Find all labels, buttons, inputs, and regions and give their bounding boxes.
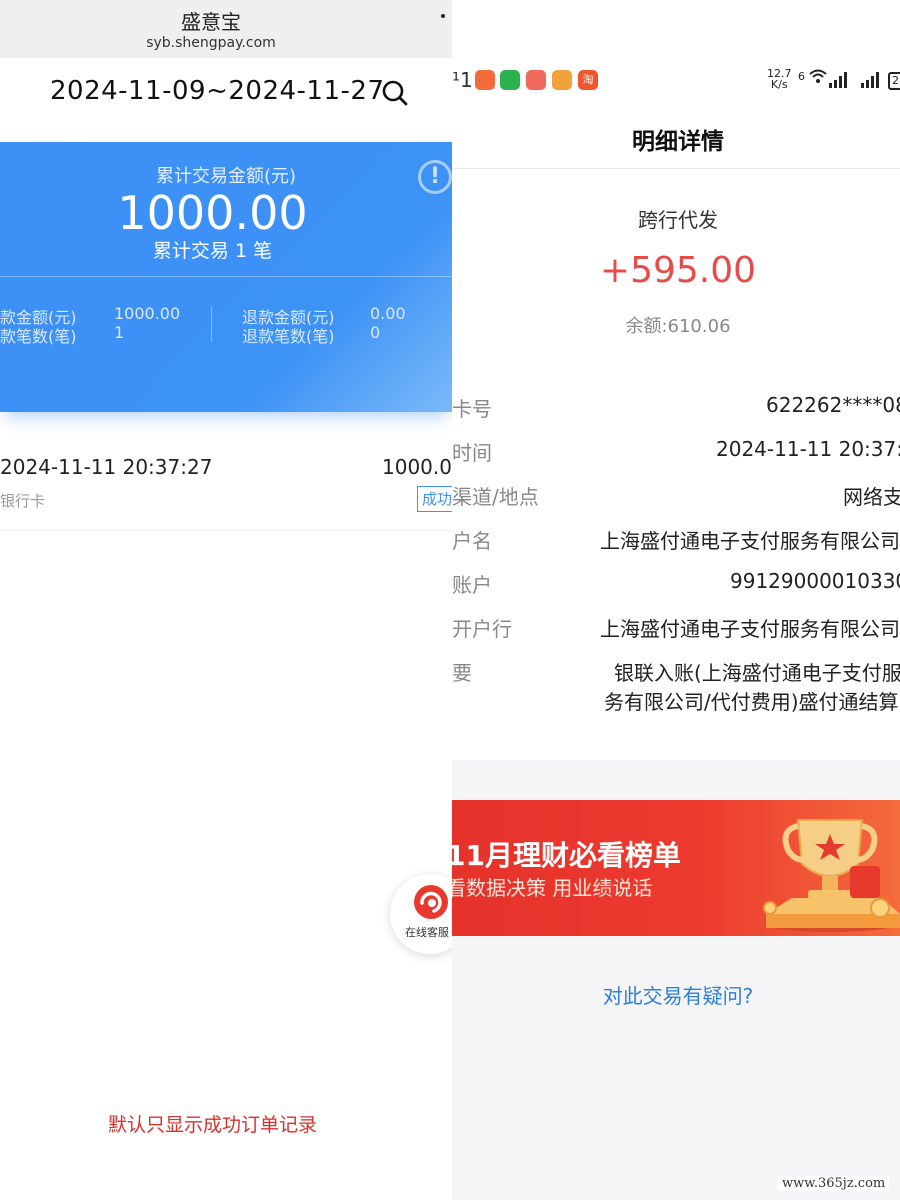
detail-value: 622262****0868 <box>766 393 900 417</box>
card-divider <box>0 276 452 277</box>
balance-text: 余额:610.06 <box>625 316 731 337</box>
battery-icon: 2 <box>888 72 900 90</box>
network-speed-unit: K/s <box>770 78 788 91</box>
more-menu-icon[interactable] <box>441 14 445 18</box>
banner-subtitle: 看数据决策 用业绩说话 <box>452 876 653 900</box>
signal-icon <box>829 72 847 88</box>
banner-title: 11月理财必看榜单 <box>452 839 681 872</box>
total-amount-label: 累计交易金额(元) <box>155 166 297 187</box>
detail-value: 银联入账(上海盛付通电子支付服 <box>614 661 900 685</box>
pay-amount-value: 1000.00 <box>114 304 181 323</box>
status-badge: 成功 <box>417 486 452 512</box>
detail-value: 网络支付 <box>843 485 900 509</box>
list-divider <box>0 530 452 531</box>
right-screenshot-panel: ¹1 淘 12.7 K/s 6 2 明细详情 跨行代发 +595.00 余额:6… <box>452 0 900 1200</box>
detail-value: 2024-11-11 20:37:27 <box>716 437 900 461</box>
wifi-icon: 6 <box>798 68 827 84</box>
detail-label: 交易时间 <box>452 441 492 465</box>
detail-label: 对方户名 <box>452 529 492 553</box>
refund-count-value: 0 <box>370 323 381 342</box>
network-type: 6 <box>798 70 805 83</box>
transaction-question-link[interactable]: 对此交易有疑问? <box>452 980 900 1009</box>
trophy-icon <box>763 819 900 932</box>
app-icon <box>526 70 546 90</box>
success-only-note: 默认只显示成功订单记录 <box>107 1114 317 1136</box>
detail-label: 对方开户行 <box>452 617 512 641</box>
refund-count-label: 退款笔数(笔) <box>242 327 335 346</box>
detail-label: 交易渠道/地点 <box>452 485 539 509</box>
network-speed: 12.7 K/s <box>767 68 792 90</box>
transaction-type: 跨行代发 <box>638 208 718 232</box>
transaction-time: 2024-11-11 20:37:27 <box>0 455 213 479</box>
browser-title-bar: 盛意宝 syb.shengpay.com <box>0 0 452 58</box>
title-divider <box>452 168 900 169</box>
watermark: www.365jz.com <box>778 1176 890 1191</box>
stat-divider <box>211 306 212 342</box>
detail-section <box>452 0 900 760</box>
detail-label: 交易卡号 <box>452 397 492 421</box>
phone-status-bar: ¹1 淘 12.7 K/s 6 2 <box>452 62 900 96</box>
customer-service-icon <box>414 885 448 919</box>
page-title: 明细详情 <box>632 129 724 155</box>
pay-count-value: 1 <box>114 323 125 342</box>
transaction-method: 银行卡 <box>0 492 46 510</box>
detail-label: 摘要 <box>452 661 472 685</box>
detail-label: 对方账户 <box>452 573 492 597</box>
total-count-text: 累计交易 1 笔 <box>152 240 273 262</box>
wechat-icon <box>500 70 520 90</box>
detail-value: 99129000010330 <box>730 569 900 593</box>
detail-value-line2: 务有限公司/代付费用)盛付通结算 <box>604 690 899 714</box>
pay-count-label: 收款笔数(笔) <box>0 327 77 346</box>
online-service-label: 在线客服 <box>405 926 449 939</box>
site-title: 盛意宝 <box>181 10 241 34</box>
detail-value: 上海盛付通电子支付服务有限公司 <box>600 529 900 553</box>
transaction-amount: 1000.00 <box>382 455 452 479</box>
taobao-icon: 淘 <box>578 70 598 90</box>
search-icon[interactable] <box>381 79 409 107</box>
transaction-amount: +595.00 <box>599 250 757 291</box>
info-icon[interactable]: ! <box>418 160 452 194</box>
online-service-button[interactable]: 在线客服 <box>390 874 452 954</box>
summary-card: 累计交易金额(元) 1000.00 累计交易 1 笔 ! 收款金额(元) 100… <box>0 142 452 412</box>
left-screenshot-panel: 盛意宝 syb.shengpay.com 2024-11-09~2024-11-… <box>0 0 452 1200</box>
app-icon <box>552 70 572 90</box>
site-url: syb.shengpay.com <box>146 35 276 51</box>
promo-banner[interactable]: 11月理财必看榜单 看数据决策 用业绩说话 <box>452 800 900 936</box>
refund-amount-value: 0.00 <box>370 304 406 323</box>
signal-icon <box>861 72 879 88</box>
date-range-picker[interactable]: 2024-11-09~2024-11-27 <box>50 76 384 106</box>
total-amount-value: 1000.00 <box>117 186 308 240</box>
app-icon <box>475 70 495 90</box>
sim-indicator: ¹1 <box>452 68 473 92</box>
detail-value: 上海盛付通电子支付服务有限公司 <box>600 617 900 641</box>
